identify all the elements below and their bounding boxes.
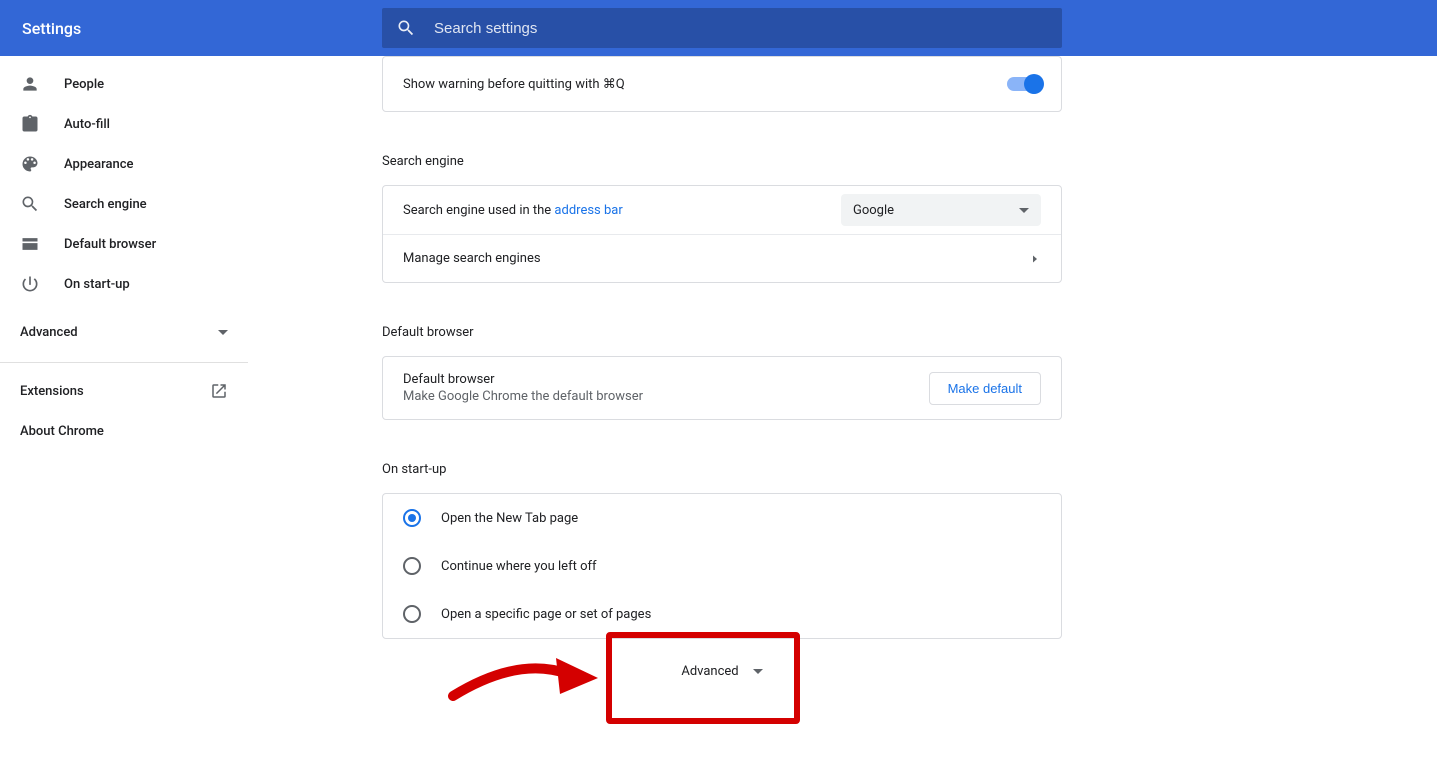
sidebar-item-default-browser[interactable]: Default browser	[0, 224, 248, 264]
search-icon	[396, 18, 416, 38]
sidebar-item-label: Extensions	[20, 384, 84, 399]
radio-icon	[403, 605, 421, 623]
make-default-button[interactable]: Make default	[929, 372, 1041, 405]
radio-label: Open a specific page or set of pages	[441, 607, 651, 622]
manage-search-engines-label: Manage search engines	[403, 251, 1029, 266]
browser-icon	[20, 234, 40, 254]
default-browser-subtext: Make Google Chrome the default browser	[403, 389, 929, 404]
sidebar-item-extensions[interactable]: Extensions	[0, 371, 248, 411]
clipboard-icon	[20, 114, 40, 134]
chevron-down-icon	[1019, 208, 1029, 213]
section-title-search-engine: Search engine	[382, 154, 1062, 169]
address-bar-link[interactable]: address bar	[554, 203, 622, 218]
sidebar-item-label: Appearance	[64, 157, 133, 172]
startup-card: Open the New Tab page Continue where you…	[382, 493, 1062, 639]
content-inner: Show warning before quitting with ⌘Q Sea…	[382, 56, 1062, 703]
startup-option-specific-pages[interactable]: Open a specific page or set of pages	[383, 590, 1061, 638]
chevron-down-icon	[218, 330, 228, 335]
divider	[0, 362, 248, 363]
palette-icon	[20, 154, 40, 174]
person-icon	[20, 74, 40, 94]
power-icon	[20, 274, 40, 294]
sidebar-item-about[interactable]: About Chrome	[0, 411, 248, 451]
advanced-footer-label: Advanced	[681, 664, 738, 679]
quit-warning-card: Show warning before quitting with ⌘Q	[382, 56, 1062, 112]
search-engine-card: Search engine used in the address bar Go…	[382, 185, 1062, 283]
quit-warning-toggle[interactable]	[1007, 77, 1041, 91]
sidebar-item-label: Search engine	[64, 197, 147, 212]
search-box[interactable]	[382, 8, 1062, 48]
radio-icon	[403, 509, 421, 527]
open-in-new-icon	[210, 382, 228, 400]
search-engine-dropdown[interactable]: Google	[841, 194, 1041, 226]
section-title-startup: On start-up	[382, 462, 1062, 477]
sidebar-item-people[interactable]: People	[0, 64, 248, 104]
search-engine-used-label: Search engine used in the address bar	[403, 203, 841, 218]
sidebar-item-label: Auto-fill	[64, 117, 110, 132]
radio-label: Continue where you left off	[441, 559, 597, 574]
advanced-footer-button[interactable]: Advanced	[382, 639, 1062, 703]
quit-warning-label: Show warning before quitting with ⌘Q	[403, 77, 1007, 92]
sidebar-item-search-engine[interactable]: Search engine	[0, 184, 248, 224]
startup-option-new-tab[interactable]: Open the New Tab page	[383, 494, 1061, 542]
sidebar-item-autofill[interactable]: Auto-fill	[0, 104, 248, 144]
search-engine-row: Search engine used in the address bar Go…	[383, 186, 1061, 234]
section-title-default-browser: Default browser	[382, 325, 1062, 340]
search-engine-prefix: Search engine used in the	[403, 203, 554, 218]
dropdown-value: Google	[853, 203, 894, 218]
radio-icon	[403, 557, 421, 575]
content: Show warning before quitting with ⌘Q Sea…	[248, 56, 1437, 767]
startup-option-continue[interactable]: Continue where you left off	[383, 542, 1061, 590]
sidebar-item-label: About Chrome	[20, 424, 104, 439]
default-browser-row-title: Default browser	[403, 372, 929, 387]
sidebar-item-appearance[interactable]: Appearance	[0, 144, 248, 184]
search-input[interactable]	[434, 20, 1048, 37]
search-icon	[20, 194, 40, 214]
chevron-down-icon	[753, 669, 763, 674]
manage-search-engines-row[interactable]: Manage search engines	[383, 234, 1061, 282]
sidebar-advanced-label: Advanced	[20, 325, 78, 340]
radio-label: Open the New Tab page	[441, 511, 578, 526]
sidebar-item-label: On start-up	[64, 277, 130, 292]
app-header: Settings	[0, 0, 1437, 56]
sidebar-item-startup[interactable]: On start-up	[0, 264, 248, 304]
layout: People Auto-fill Appearance Search engin…	[0, 56, 1437, 767]
sidebar-item-label: People	[64, 77, 104, 92]
app-title: Settings	[22, 19, 81, 38]
default-browser-card: Default browser Make Google Chrome the d…	[382, 356, 1062, 420]
sidebar: People Auto-fill Appearance Search engin…	[0, 56, 248, 767]
chevron-right-icon	[1029, 253, 1041, 265]
sidebar-item-label: Default browser	[64, 237, 156, 252]
sidebar-advanced-toggle[interactable]: Advanced	[0, 312, 248, 352]
